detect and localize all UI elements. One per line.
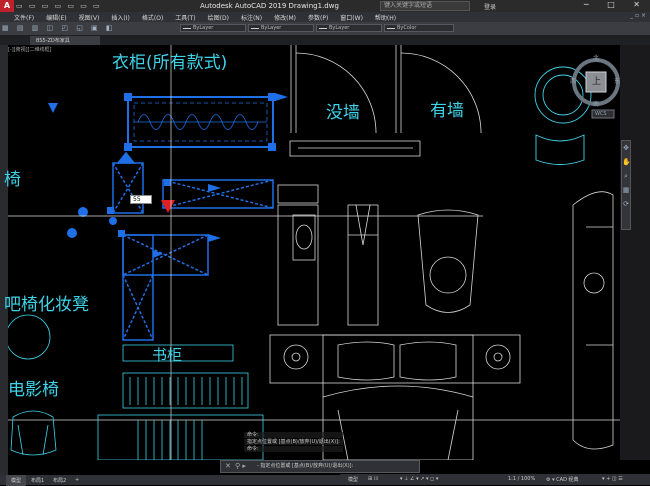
autocad-logo-icon[interactable]: A: [0, 0, 14, 12]
file-tabs: BS5-ZD布家具: [0, 35, 650, 45]
title-bar: A ▭ ▭ ▭ ▭ ▭ ▭ ▭ Autodesk AutoCAD 2019 Dr…: [0, 0, 650, 12]
label-chair: 椅: [4, 170, 21, 190]
properties-toolbar: ▦ ▤ ▥ ◫ ◰ ◱ ▣ ◧ ByLayer ByLayer ByLayer …: [0, 22, 650, 35]
status-bar: 模型 ⊞ ⁞⁞⁞ ▾ ⊥ ∠ ▾ ↗ ▾ ◻ ▾ 1:1 / 100% ⚙ ▾ …: [340, 474, 650, 485]
selected-furniture: [112, 151, 274, 341]
tab-layout1[interactable]: 布局1: [26, 475, 49, 486]
orbit-icon[interactable]: ⟳: [622, 197, 630, 211]
menu-view[interactable]: 视图(V): [73, 12, 106, 22]
viewcube-east[interactable]: 东: [614, 76, 620, 85]
command-history-line: 命令:: [244, 446, 343, 452]
menu-modify[interactable]: 修改(M): [268, 12, 302, 22]
drawing-canvas[interactable]: [8, 45, 620, 460]
tab-layout2[interactable]: 布局2: [48, 475, 71, 486]
label-no-wall: 没墙: [326, 103, 360, 123]
color-dropdown[interactable]: ByLayer: [180, 24, 246, 32]
viewcube-top-face[interactable]: 上: [592, 74, 601, 87]
label-bookcase: 书柜: [152, 346, 183, 364]
document-window-controls[interactable]: _ ▫ ×: [630, 12, 646, 19]
label-with-wall: 有墙: [430, 101, 464, 121]
dynamic-input-field[interactable]: 55: [130, 195, 152, 204]
menu-help[interactable]: 帮助(H): [369, 12, 402, 22]
command-history-line: 命令:: [244, 432, 343, 438]
quick-access-toolbar[interactable]: ▭ ▭ ▭ ▭ ▭ ▭ ▭: [16, 2, 102, 10]
menu-bar: 文件(F) 编辑(E) 视图(V) 插入(I) 格式(O) 工具(T) 绘图(D…: [0, 12, 650, 22]
file-tab-label: BS5-ZD布家具: [36, 38, 70, 44]
lineweight-dropdown[interactable]: ByLayer: [316, 24, 382, 32]
viewport-label[interactable]: [-][俯视][二维线框]: [8, 46, 52, 53]
toolbar-icons[interactable]: ▦ ▤ ▥ ◫ ◰ ◱ ▣ ◧: [2, 24, 116, 32]
pan-icon[interactable]: ✥: [622, 141, 630, 155]
wardrobe-block: [127, 96, 274, 148]
label-movie-chair: 电影椅: [8, 380, 59, 400]
grid-snap-buttons[interactable]: ⊞ ⁞⁞⁞: [368, 476, 379, 482]
draw-toolbar[interactable]: [0, 45, 8, 475]
door-swings: [8, 45, 620, 421]
zoom-icon[interactable]: ⌕: [622, 169, 630, 183]
annotation-scale[interactable]: 1:1 / 100%: [508, 476, 535, 482]
menu-dimension[interactable]: 标注(N): [235, 12, 268, 22]
window-controls[interactable]: ─ □ ✕: [584, 0, 648, 9]
menu-insert[interactable]: 插入(I): [105, 12, 135, 22]
command-prompt[interactable]: - 指定点位置或 [基点(B)/放弃(U)/退出(X)]:: [257, 463, 353, 469]
navigation-bar: ✥ ✋ ⌕ ▦ ⟳: [621, 140, 631, 230]
menu-tools[interactable]: 工具(T): [169, 12, 201, 22]
menu-window[interactable]: 窗口(W): [334, 12, 369, 22]
viewcube-west[interactable]: 西: [570, 76, 576, 85]
close-icon[interactable]: ✕: [225, 461, 231, 472]
menu-file[interactable]: 文件(F): [8, 12, 40, 22]
menu-edit[interactable]: 编辑(E): [40, 12, 72, 22]
drafting-aids[interactable]: ▾ ⊥ ∠ ▾ ↗ ▾ ◻ ▾: [400, 476, 438, 482]
linetype-dropdown[interactable]: ByLayer: [248, 24, 314, 32]
label-wardrobe: 衣柜(所有款式): [112, 53, 228, 73]
wall-cabinets: [277, 184, 614, 450]
viewcube-south[interactable]: 南: [593, 99, 599, 108]
viewcube-north[interactable]: 北: [593, 53, 599, 62]
menu-draw[interactable]: 绘图(D): [202, 12, 235, 22]
login-button[interactable]: 登录: [484, 2, 496, 11]
grid-view-icon[interactable]: ▦: [622, 183, 630, 197]
workspace-switch[interactable]: ⚙ ▾ CAD 经典: [546, 476, 579, 483]
menu-parameter[interactable]: 参数(P): [302, 12, 334, 22]
command-line[interactable]: ✕ ⚲ ▸ - 指定点位置或 [基点(B)/放弃(U)/退出(X)]:: [220, 460, 420, 473]
cad-drawing: [8, 45, 620, 460]
status-tools[interactable]: ▾ + ◫ ☰: [602, 476, 623, 482]
command-history-line: 指定点位置或 [基点(B)/放弃(U)/退出(X)]:: [244, 439, 343, 445]
model-space-button[interactable]: 模型: [348, 476, 358, 483]
search-input[interactable]: 键入关键字或短语: [380, 1, 470, 11]
label-dresser-chair: 吧椅化妆凳: [4, 295, 89, 315]
menu-format[interactable]: 格式(O): [136, 12, 169, 22]
tab-model[interactable]: 模型: [6, 475, 27, 486]
hand-icon[interactable]: ✋: [622, 155, 631, 169]
wcs-dropdown[interactable]: WCS: [595, 111, 607, 117]
command-tool-icons[interactable]: ⚲ ▸: [235, 461, 246, 472]
plotstyle-dropdown[interactable]: ByColor: [384, 24, 454, 32]
add-layout-button[interactable]: +: [70, 475, 84, 485]
grip-points[interactable]: [48, 93, 288, 258]
command-history: 命令: 指定点位置或 [基点(B)/放弃(U)/退出(X)]: 命令:: [244, 432, 343, 453]
file-tab[interactable]: BS5-ZD布家具: [30, 36, 100, 45]
window-title: Autodesk AutoCAD 2019 Drawing1.dwg: [200, 2, 339, 10]
